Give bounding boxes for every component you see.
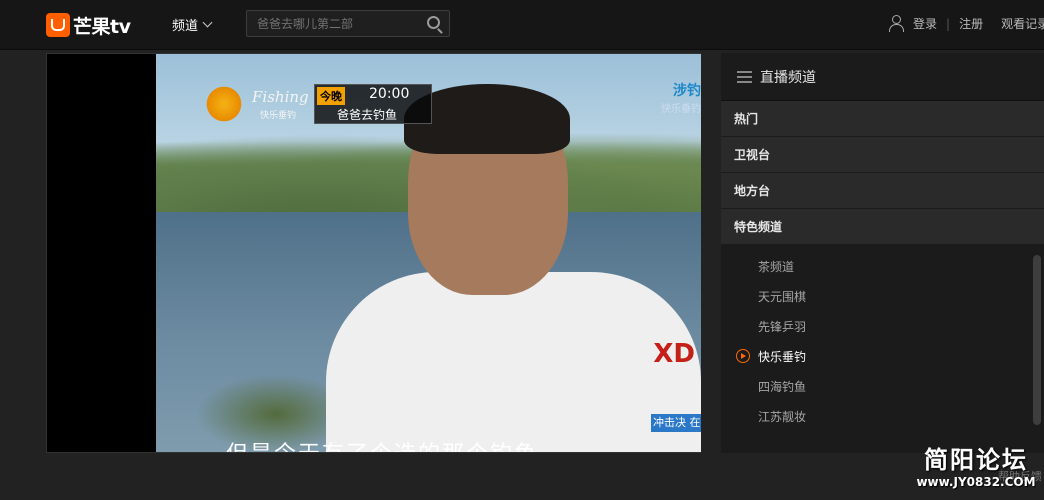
right-channel-tag-sub: 快乐垂钓 [661,104,701,115]
watch-history-link[interactable]: 观看记录 [1001,15,1044,32]
channel-item-label: 快乐垂钓 [758,349,807,364]
program-overlay: 今晚 20:00 爸爸去钓鱼 [314,84,432,124]
category-hot[interactable]: 热门 [721,101,1044,137]
search-box [246,10,450,37]
search-input[interactable] [247,11,417,36]
channel-item-active[interactable]: 快乐垂钓 [721,341,1044,371]
video-person [326,82,701,452]
right-channel-tag: 涉钓 [673,83,701,99]
special-channel-list: 茶频道 天元围棋 先锋乒羽 快乐垂钓 四海钓鱼 江苏靓妆 [721,245,1044,431]
login-link[interactable]: 登录 [913,15,937,32]
register-link[interactable]: 注册 [959,15,983,32]
video-subtitle: 但是今天有了个选的那个钓鱼 [226,436,538,452]
user-icon[interactable] [888,15,904,32]
sidebar-title: 直播频道 [760,69,816,86]
program-name: 爸爸去钓鱼 [337,108,398,122]
search-icon[interactable] [427,16,440,29]
category-local[interactable]: 地方台 [721,173,1044,209]
logo-text: 芒果tv [73,15,131,38]
top-navigation-bar: 芒果tv 频道 登录 | 注册 观看记录 [0,0,1044,50]
watermark-title: 简阳论坛 [924,445,1028,474]
play-icon [736,349,750,363]
sidebar-scrollbar[interactable] [1033,255,1041,425]
sidebar-header: 直播频道 [721,53,1044,101]
divider: | [946,16,951,31]
category-special[interactable]: 特色频道 [721,209,1044,245]
channel-item[interactable]: 茶频道 [721,251,1044,281]
channel-brand-sub: 快乐垂钓 [260,111,297,121]
chevron-down-icon [202,17,213,28]
channel-dropdown[interactable]: 频道 [172,15,213,34]
channel-item[interactable]: 先锋乒羽 [721,311,1044,341]
list-icon [737,70,752,83]
live-channel-sidebar: 直播频道 热门 卫视台 地方台 特色频道 茶频道 天元围棋 先锋乒羽 快乐垂钓 … [721,53,1044,453]
category-satellite[interactable]: 卫视台 [721,137,1044,173]
mango-logo-icon [46,13,70,37]
channel-item[interactable]: 四海钓鱼 [721,371,1044,401]
channel-item[interactable]: 江苏靓妆 [721,401,1044,431]
channel-item[interactable]: 天元围棋 [721,281,1044,311]
hunan-tv-logo-icon [204,84,244,124]
air-time: 20:00 [369,86,410,102]
forum-watermark: 简阳论坛 www.JY0832.COM [912,440,1040,489]
channel-dropdown-label: 频道 [172,19,199,34]
video-frame[interactable]: XD Fishing 快乐垂钓 今晚 20:00 爸爸去钓鱼 涉钓 快乐垂钓 冲… [156,54,701,452]
corner-promo: 冲击决 在此一 [651,414,701,432]
person-body [326,272,701,452]
jersey-logo: XD [653,339,695,369]
watermark-url: www.JY0832.COM [916,475,1036,489]
user-area: 登录 | 注册 观看记录 [888,15,1044,32]
video-player[interactable]: XD Fishing 快乐垂钓 今晚 20:00 爸爸去钓鱼 涉钓 快乐垂钓 冲… [46,53,701,453]
channel-brand: Fishing [252,88,309,106]
mango-tv-logo[interactable]: 芒果tv [46,12,131,38]
tonight-badge: 今晚 [317,87,345,105]
